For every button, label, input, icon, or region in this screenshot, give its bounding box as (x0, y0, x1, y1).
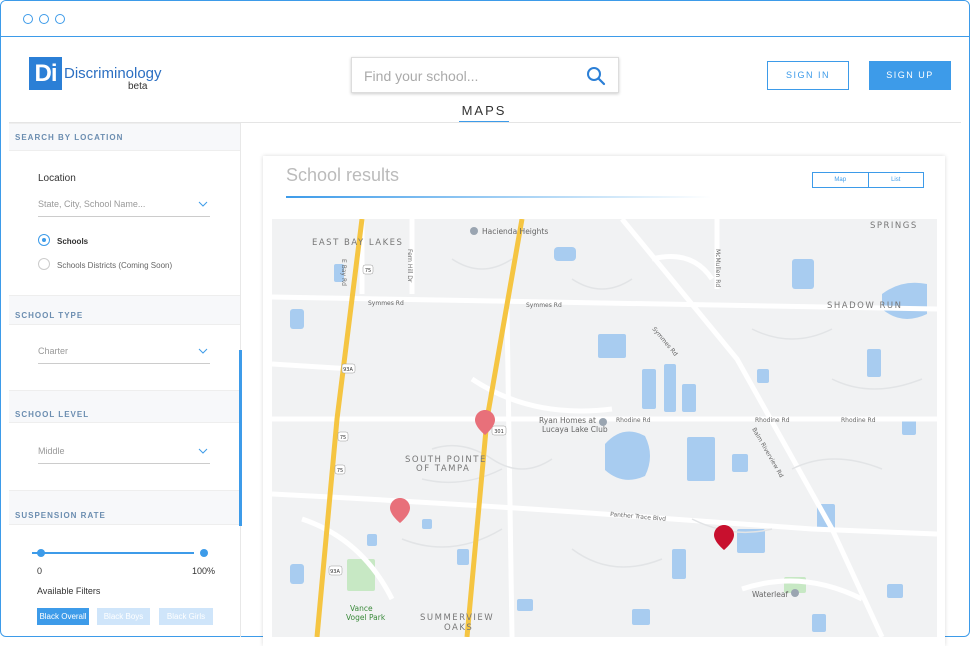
window-minimize-dot[interactable] (39, 14, 49, 24)
chip-black-boys[interactable]: Black Boys (97, 608, 150, 625)
location-section-header: SEARCH BY LOCATION (9, 123, 240, 151)
label-symmes-1: Symmes Rd (368, 300, 404, 307)
label-vance: Vance (350, 604, 373, 613)
label-rhodine-1: Rhodine Rd (616, 417, 651, 424)
map-canvas[interactable]: EAST BAY LAKES SPRINGS SHADOW RUN SOUTH … (272, 219, 937, 637)
window-close-dot[interactable] (23, 14, 33, 24)
school-type-section-header: SCHOOL TYPE (9, 295, 240, 325)
chevron-down-icon (198, 348, 208, 354)
chip-black-overall[interactable]: Black Overall (37, 608, 89, 625)
shield-75-c: 75 (337, 468, 343, 474)
label-summerview: SUMMERVIEW (420, 613, 494, 623)
logo-name: Discriminology (64, 65, 162, 82)
label-symmes-2: Symmes Rd (526, 302, 562, 309)
location-field[interactable]: State, City, School Name... (38, 195, 210, 217)
window-maximize-dot[interactable] (55, 14, 65, 24)
radio-districts[interactable] (38, 258, 50, 270)
map-road-labels: Symmes Rd Symmes Rd Symmes Rd Rhodine Rd… (340, 249, 876, 523)
title-underline (286, 196, 711, 198)
slider-min-label: 0 (37, 566, 43, 576)
suspension-slider-track[interactable] (32, 552, 194, 554)
poi-hacienda-icon (470, 227, 478, 235)
chevron-down-icon (198, 201, 208, 207)
results-title: School results (286, 165, 400, 185)
filter-sidebar: SEARCH BY LOCATION Location State, City,… (9, 123, 241, 637)
map-parks (347, 559, 806, 593)
search-box (351, 57, 619, 93)
school-level-select[interactable]: Middle (38, 442, 210, 464)
shield-93a-b: 93A (330, 569, 340, 575)
toggle-list[interactable]: List (867, 173, 924, 187)
label-mcmullen: McMullen Rd (714, 249, 721, 287)
slider-max-label: 100% (192, 566, 216, 576)
label-waterleaf: Waterleaf (752, 590, 788, 599)
label-symmes-3: Symmes Rd (650, 326, 678, 358)
radio-schools[interactable] (38, 234, 50, 246)
label-of-tampa: OF TAMPA (416, 464, 470, 474)
poi-waterleaf-icon (791, 589, 799, 597)
school-marker-active[interactable] (714, 525, 734, 550)
toggle-map[interactable]: Map (813, 173, 868, 187)
shield-75-b: 75 (340, 435, 346, 441)
sidebar-scrollbar[interactable] (239, 350, 242, 526)
sign-in-button[interactable]: SIGN IN (767, 61, 849, 90)
radio-schools-label: Schools (57, 237, 89, 246)
radio-districts-label: Schools Districts (Coming Soon) (57, 261, 173, 270)
label-east-bay-lakes: EAST BAY LAKES (312, 238, 403, 248)
tab-maps[interactable]: MAPS (459, 103, 509, 123)
logo-mark: Di (29, 57, 62, 90)
search-icon[interactable] (586, 66, 606, 86)
slider-max-handle[interactable] (200, 549, 208, 557)
suspension-section-header: SUSPENSION RATE (9, 490, 240, 525)
location-label: Location (38, 173, 76, 184)
label-lucaya: Lucaya Lake Club (542, 425, 608, 434)
label-fern-hill: Fern Hill Dr (406, 249, 413, 283)
map-view[interactable]: EAST BAY LAKES SPRINGS SHADOW RUN SOUTH … (272, 219, 937, 637)
label-rhodine-3: Rhodine Rd (841, 417, 876, 424)
label-ryan-homes: Ryan Homes at (539, 416, 596, 425)
sign-up-button[interactable]: SIGN UP (869, 61, 951, 90)
shield-301: 301 (494, 429, 504, 435)
school-type-select[interactable]: Charter (38, 342, 210, 364)
label-vogel-park: Vogel Park (346, 613, 386, 622)
label-rhodine-2: Rhodine Rd (755, 417, 790, 424)
school-marker[interactable] (390, 498, 410, 523)
label-springs: SPRINGS (870, 221, 918, 231)
label-shadow-run: SHADOW RUN (827, 301, 902, 311)
shield-93a-a: 93A (343, 367, 353, 373)
slider-min-handle[interactable] (37, 549, 45, 557)
school-level-section-header: SCHOOL LEVEL (9, 390, 240, 423)
chevron-down-icon (198, 448, 208, 454)
label-oaks: OAKS (444, 623, 473, 633)
chip-black-girls[interactable]: Black Girls (159, 608, 213, 625)
view-toggle: Map List (812, 172, 924, 188)
label-panther-trace: Panther Trace Blvd (610, 511, 667, 523)
school-type-value: Charter (38, 346, 69, 356)
label-e-bay-rd: E Bay Rd (340, 259, 347, 286)
shield-75-a: 75 (365, 268, 371, 274)
window-titlebar (1, 1, 969, 37)
available-filters-label: Available Filters (37, 586, 101, 596)
search-input[interactable] (364, 66, 584, 86)
map-place-labels: EAST BAY LAKES SPRINGS SHADOW RUN SOUTH … (312, 221, 918, 633)
label-hacienda: Hacienda Heights (482, 227, 548, 236)
logo-beta-tag: beta (128, 81, 148, 92)
location-placeholder: State, City, School Name... (38, 199, 146, 209)
logo[interactable]: Di Discriminology beta (29, 57, 162, 92)
school-level-value: Middle (38, 446, 65, 456)
